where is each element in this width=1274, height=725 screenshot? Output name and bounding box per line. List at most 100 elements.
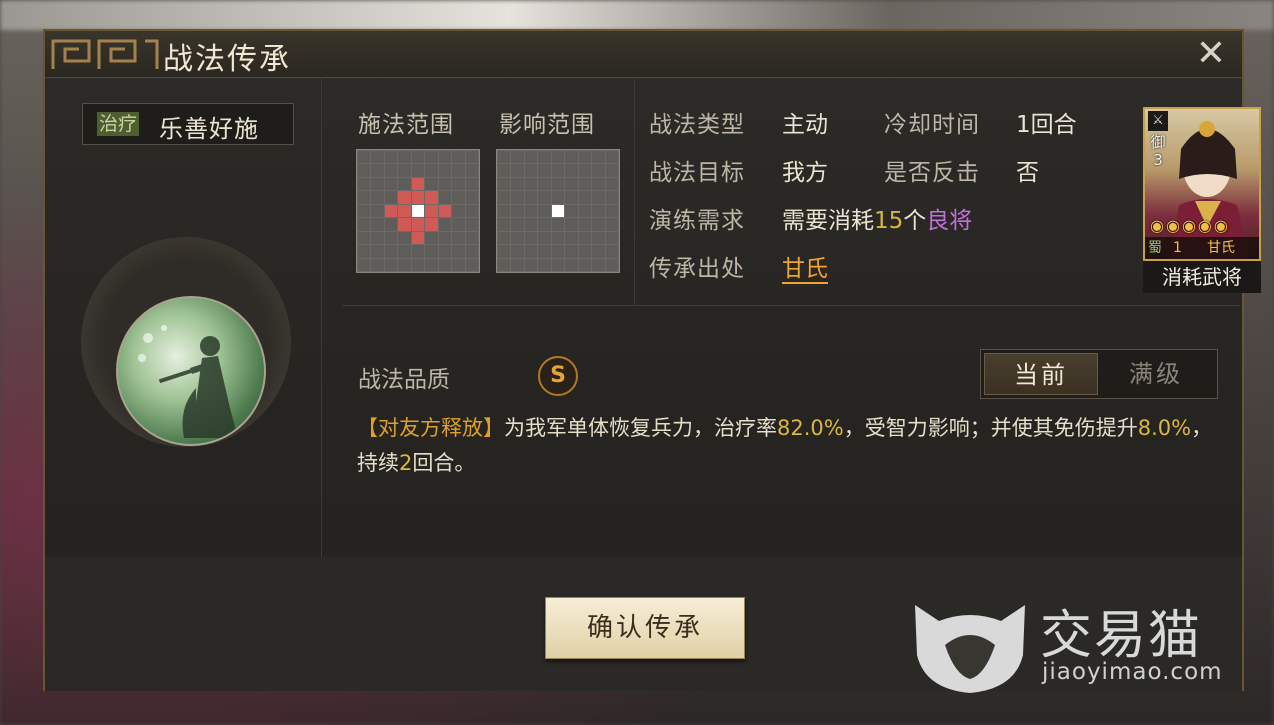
source-general-link[interactable]: 甘氏 [782,256,828,284]
confirm-inherit-button[interactable]: 确认传承 [545,597,745,659]
consumed-general-card[interactable]: ⚔ 御 3 ◉ ◉ ◉ ◉ ◉ 蜀 1 甘氏 消耗武将 [1143,107,1261,293]
grid-cell [524,151,538,164]
skill-name: 乐善好施 [159,115,259,143]
grid-cell [438,164,452,177]
general-level: 1 [1173,240,1182,256]
training-item: 良将 [926,208,973,234]
level-toggle: 当前 满级 [980,349,1218,399]
training-prefix: 需要消耗 [782,208,874,234]
grid-cell [524,177,538,191]
general-cost: 3 [1153,151,1163,169]
grid-cell [358,164,371,177]
grid-cell [551,151,565,164]
grid-cell [438,191,452,204]
grid-cell [465,231,478,245]
desc-text-1: 为我军单体恢复兵力，治疗率 [504,416,777,440]
grid-cell [358,218,371,231]
skill-detail-panel: 施法范围 影响范围 战法类型 主动 冷却时间 1回合 战法目标 我方 是否反击 … [322,77,1261,557]
grid-cell [524,164,538,177]
grid-cell [438,245,452,258]
tab-max-level[interactable]: 满级 [1099,353,1213,395]
grid-cell [465,258,478,271]
source-value-wrap: 甘氏 [782,249,828,284]
grid-cell [511,204,524,218]
grid-cell [578,177,592,191]
grid-cell [411,258,425,271]
grid-cell [524,218,538,231]
general-faction: 蜀 [1148,240,1162,256]
close-icon[interactable]: ✕ [1194,36,1228,72]
grid-cell [551,164,565,177]
grid-cell [398,151,411,164]
grid-cell [538,151,551,164]
grid-cell [565,151,578,164]
grid-cell [498,245,511,258]
grid-cell [605,218,618,231]
grid-cell [565,258,578,271]
grid-cell [438,218,452,231]
unit-type: 御 [1150,133,1166,151]
grid-cell [452,191,465,204]
grid-cell [538,177,551,191]
grid-cell [371,177,384,191]
grid-cell [511,258,524,271]
grid-cell [592,245,605,258]
grid-cell [452,164,465,177]
quality-label: 战法品质 [358,367,450,393]
grid-cell [592,218,605,231]
effect-range-label: 影响范围 [499,112,595,138]
grid-cell [551,177,565,191]
tab-current-level[interactable]: 当前 [984,353,1098,395]
grid-cell [398,258,411,271]
grid-cell [371,151,384,164]
grid-cell [592,258,605,271]
general-name: 甘氏 [1207,240,1235,256]
grid-cell [592,191,605,204]
grid-cell [358,151,371,164]
grid-cell [605,164,618,177]
skill-summary-panel: 治疗 乐善好施 [45,77,322,557]
training-count: 15 [874,208,904,234]
divider-vertical [634,77,635,305]
grid-cell [411,151,425,164]
grid-cell [465,164,478,177]
flute-player-icon [138,325,238,438]
cooldown-value: 1回合 [1016,112,1077,138]
grid-cell [398,191,411,204]
grid-cell [452,245,465,258]
skill-target-value: 我方 [782,160,828,186]
grid-cell [371,191,384,204]
grid-cell [565,177,578,191]
grid-cell [358,204,371,218]
skill-name-box: 治疗 乐善好施 [82,103,294,145]
grid-cell [398,231,411,245]
counter-label: 是否反击 [884,160,980,186]
grid-cell [384,218,398,231]
skill-icon [116,296,266,446]
grid-cell [538,164,551,177]
grid-cell [358,245,371,258]
effect-range-grid [496,149,620,273]
grid-cell [498,218,511,231]
skill-type-label: 战法类型 [649,112,745,138]
grid-cell [511,218,524,231]
training-unit: 个 [903,208,927,234]
grid-cell [384,191,398,204]
grid-cell [398,177,411,191]
grid-cell [358,231,371,245]
grid-cell [498,164,511,177]
cast-range-grid [356,149,480,273]
grid-cell [538,258,551,271]
grid-cell [498,204,511,218]
grid-cell [565,191,578,204]
skill-type-value: 主动 [782,112,828,138]
title-bar: 战法传承 ✕ [45,31,1242,78]
grid-cell [551,191,565,204]
grid-cell [438,258,452,271]
grid-cell [578,218,592,231]
desc-text-2: ，受智力影响；并使其免伤提升 [843,416,1138,440]
grid-cell [565,218,578,231]
grid-cell [511,245,524,258]
grid-cell [592,151,605,164]
grid-cell [578,191,592,204]
